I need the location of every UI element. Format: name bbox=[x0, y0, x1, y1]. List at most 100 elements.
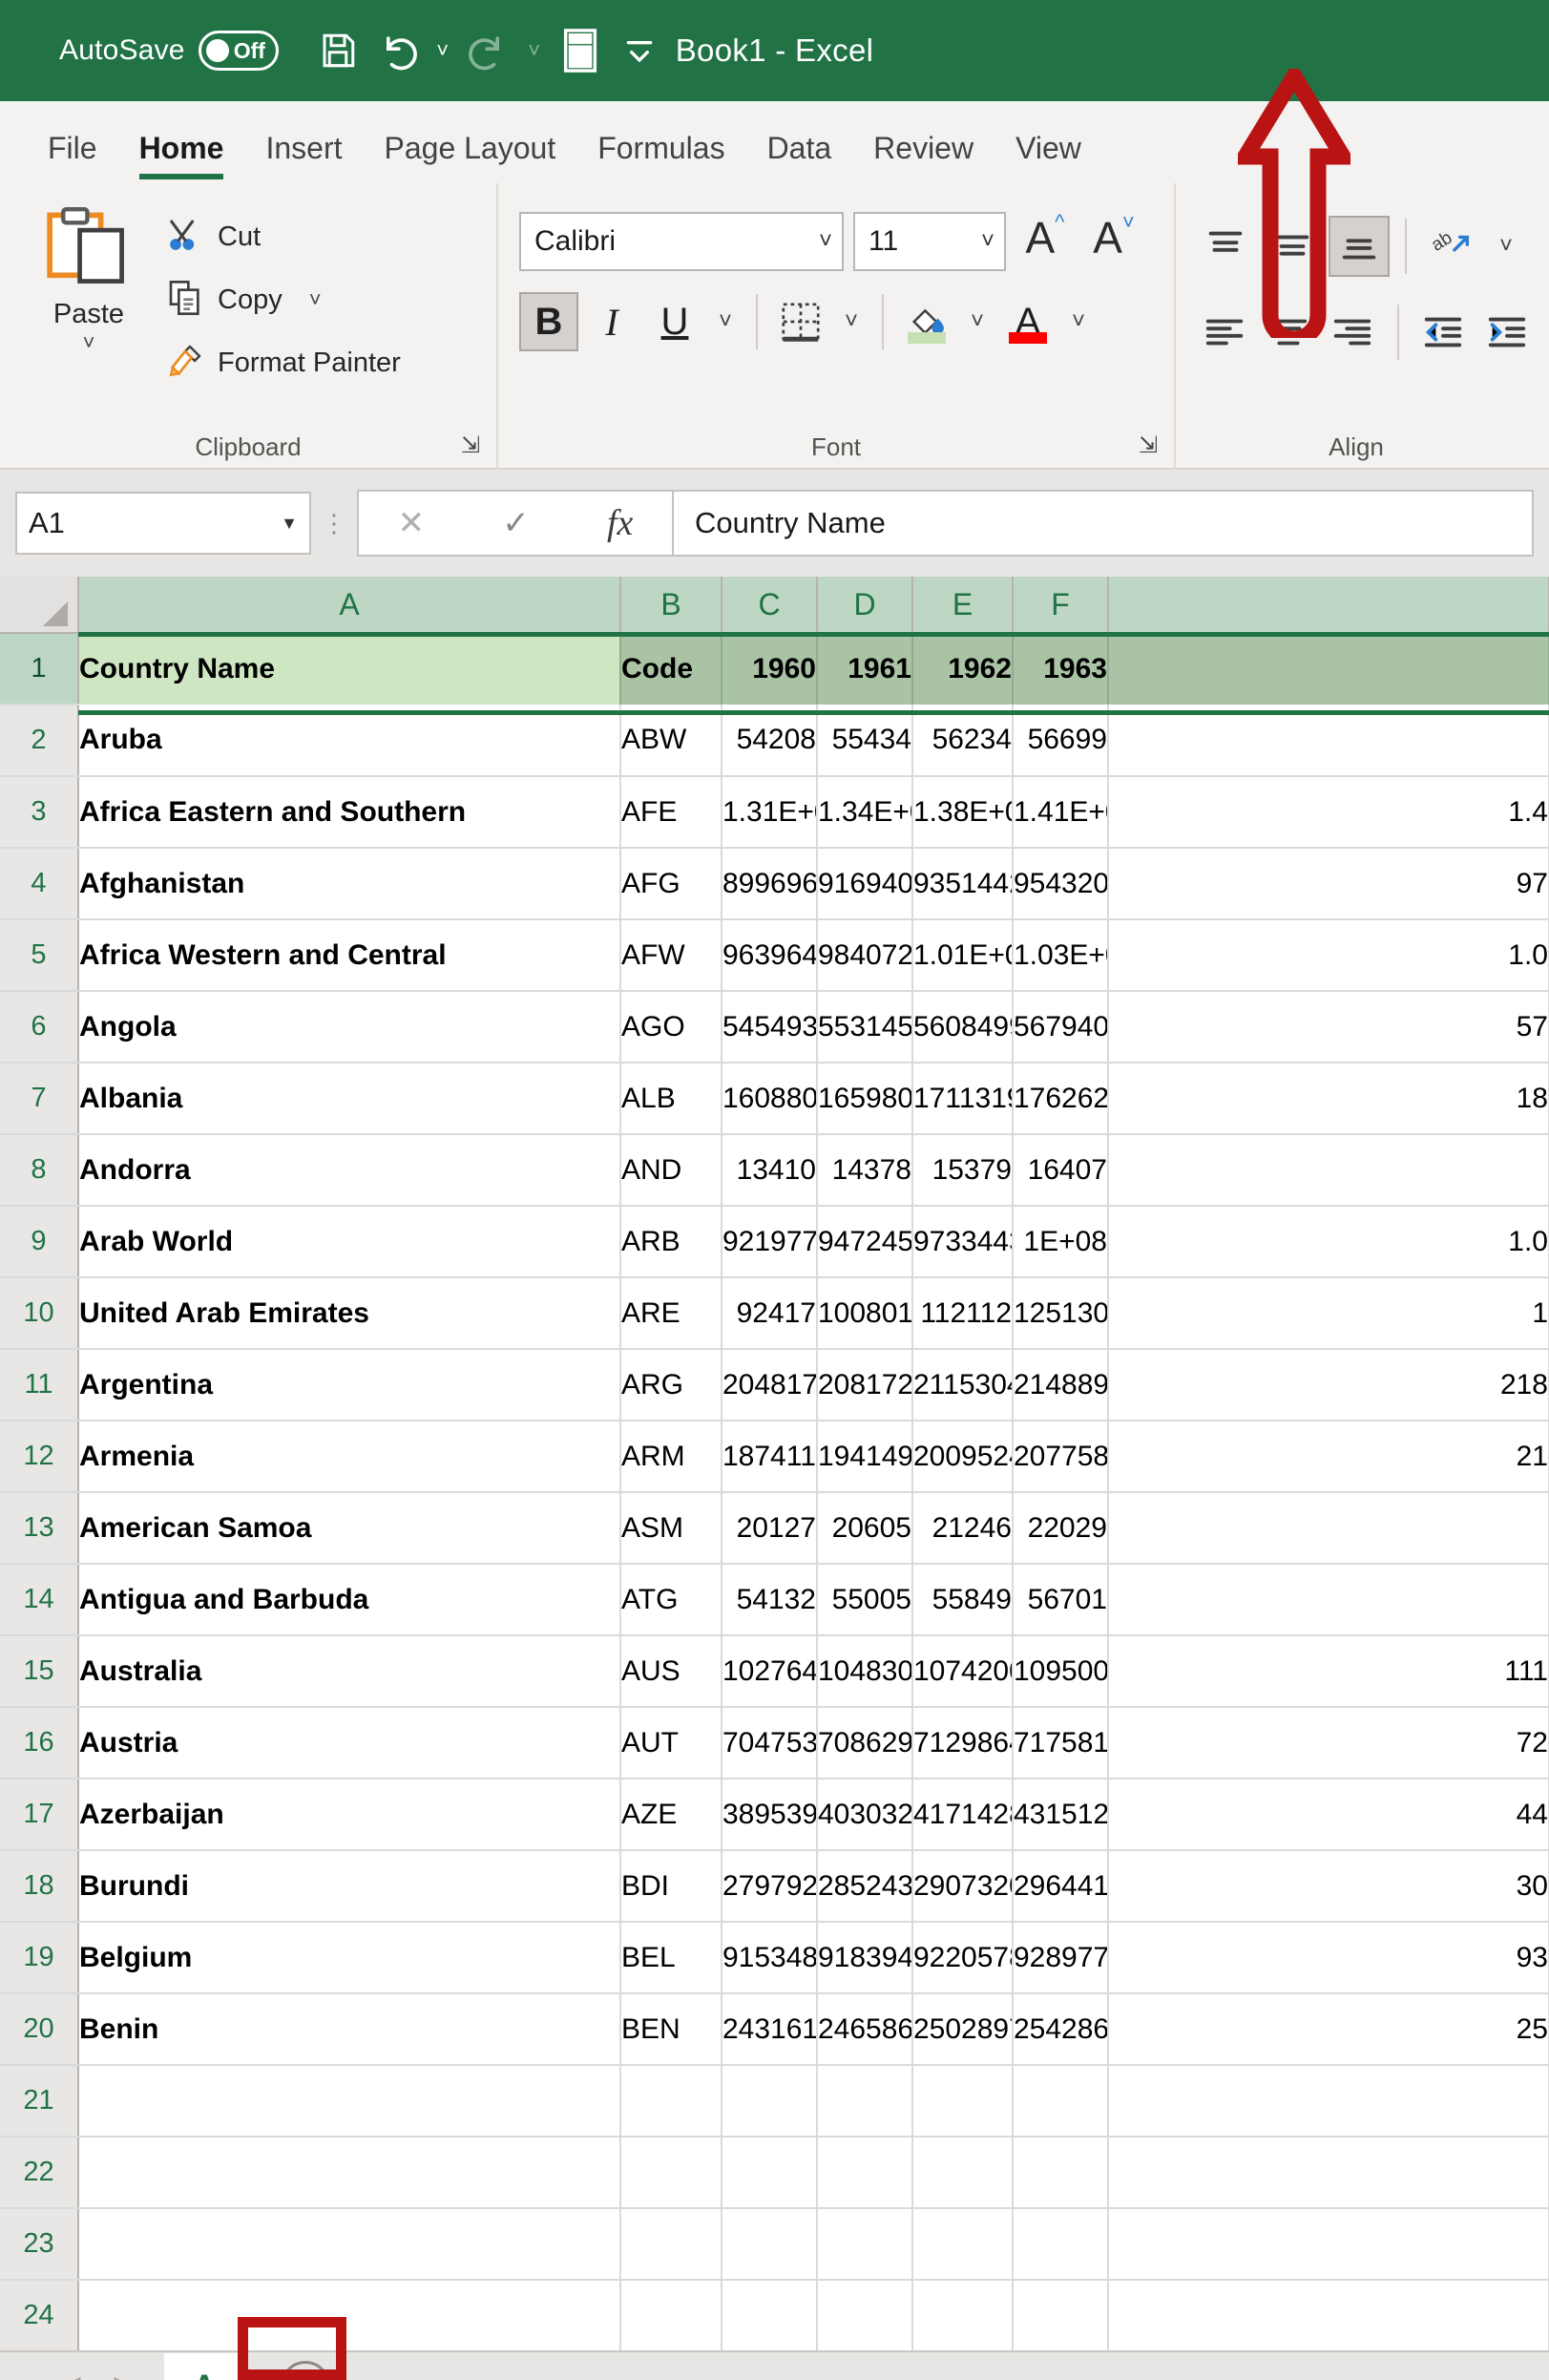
underline-chevron-down-icon[interactable]: ˅ bbox=[708, 292, 743, 351]
save-icon[interactable] bbox=[311, 24, 365, 77]
cell-c5[interactable]: 96396419 bbox=[722, 919, 818, 992]
cell-c11[interactable]: 20481781 bbox=[722, 1349, 818, 1422]
copy-chevron-down-icon[interactable]: ˅ bbox=[309, 287, 322, 312]
underline-button[interactable]: U bbox=[645, 292, 704, 351]
cell-c15[interactable]: 10276477 bbox=[722, 1635, 818, 1708]
table-row[interactable]: 7AlbaniaALB16088001659800171131917626211… bbox=[0, 1063, 1549, 1135]
column-header-f[interactable]: F bbox=[1013, 577, 1109, 634]
cell-e19[interactable]: 9220578 bbox=[912, 1922, 1014, 1994]
cell-c7[interactable]: 1608800 bbox=[722, 1063, 818, 1135]
cell-d12[interactable]: 1941498 bbox=[817, 1421, 913, 1493]
cell-a11[interactable]: Argentina bbox=[78, 1349, 621, 1422]
cell-g9[interactable]: 1.0 bbox=[1108, 1206, 1549, 1278]
font-color-chevron-down-icon[interactable]: ˅ bbox=[1061, 292, 1096, 351]
column-header-c[interactable]: C bbox=[722, 577, 818, 634]
tab-formulas[interactable]: Formulas bbox=[576, 113, 745, 183]
row-header-9[interactable]: 9 bbox=[0, 1206, 79, 1278]
cell-d8[interactable]: 14378 bbox=[817, 1134, 913, 1207]
cell-g21[interactable] bbox=[1108, 2065, 1549, 2138]
cell-g7[interactable]: 18 bbox=[1108, 1063, 1549, 1135]
cell-f5[interactable]: 1.03E+08 bbox=[1013, 919, 1109, 992]
cell-c1[interactable]: 1960 bbox=[722, 633, 818, 705]
cell-g23[interactable] bbox=[1108, 2208, 1549, 2281]
table-row[interactable]: 23 bbox=[0, 2208, 1549, 2281]
cell-d24[interactable] bbox=[817, 2280, 913, 2350]
cell-d13[interactable]: 20605 bbox=[817, 1492, 913, 1565]
cell-b12[interactable]: ARM bbox=[620, 1421, 722, 1493]
table-row[interactable]: 11ArgentinaARG20481781208172702115304221… bbox=[0, 1349, 1549, 1422]
row-header-17[interactable]: 17 bbox=[0, 1779, 79, 1851]
cell-f12[interactable]: 2077584 bbox=[1013, 1421, 1109, 1493]
font-color-button[interactable]: A bbox=[998, 292, 1057, 351]
row-header-11[interactable]: 11 bbox=[0, 1349, 79, 1422]
cell-b19[interactable]: BEL bbox=[620, 1922, 722, 1994]
cell-g24[interactable] bbox=[1108, 2280, 1549, 2350]
cell-e7[interactable]: 1711319 bbox=[912, 1063, 1014, 1135]
row-header-13[interactable]: 13 bbox=[0, 1492, 79, 1565]
cell-b13[interactable]: ASM bbox=[620, 1492, 722, 1565]
fill-color-button[interactable] bbox=[897, 292, 956, 351]
cell-g22[interactable] bbox=[1108, 2137, 1549, 2209]
cell-f19[interactable]: 9289770 bbox=[1013, 1922, 1109, 1994]
cell-c18[interactable]: 2797925 bbox=[722, 1850, 818, 1923]
cell-a19[interactable]: Belgium bbox=[78, 1922, 621, 1994]
redo-icon[interactable] bbox=[462, 24, 515, 77]
increase-font-size-icon[interactable]: A ^ bbox=[1015, 212, 1075, 271]
cell-b11[interactable]: ARG bbox=[620, 1349, 722, 1422]
insert-function-icon[interactable]: fx bbox=[607, 502, 633, 544]
paste-button[interactable]: Paste ˅ bbox=[17, 195, 160, 390]
row-header-6[interactable]: 6 bbox=[0, 991, 79, 1064]
cell-a4[interactable]: Afghanistan bbox=[78, 848, 621, 920]
cell-a14[interactable]: Antigua and Barbuda bbox=[78, 1564, 621, 1636]
row-header-16[interactable]: 16 bbox=[0, 1707, 79, 1780]
cell-c10[interactable]: 92417 bbox=[722, 1277, 818, 1350]
cell-g17[interactable]: 44 bbox=[1108, 1779, 1549, 1851]
row-header-4[interactable]: 4 bbox=[0, 848, 79, 920]
cell-d2[interactable]: 55434 bbox=[817, 705, 913, 777]
bold-button[interactable]: B bbox=[519, 292, 578, 351]
cell-f10[interactable]: 125130 bbox=[1013, 1277, 1109, 1350]
cell-d10[interactable]: 100801 bbox=[817, 1277, 913, 1350]
align-top-button[interactable] bbox=[1195, 216, 1256, 277]
cell-e3[interactable]: 1.38E+08 bbox=[912, 776, 1014, 849]
cell-a18[interactable]: Burundi bbox=[78, 1850, 621, 1923]
cell-g12[interactable]: 21 bbox=[1108, 1421, 1549, 1493]
table-row[interactable]: 17AzerbaijanAZE3895398403032541714284315… bbox=[0, 1779, 1549, 1851]
name-box[interactable]: A1 ▼ bbox=[15, 492, 311, 555]
cell-d9[interactable]: 94724540 bbox=[817, 1206, 913, 1278]
new-sheet-button[interactable]: + bbox=[271, 2353, 340, 2380]
cell-e12[interactable]: 2009524 bbox=[912, 1421, 1014, 1493]
cell-b21[interactable] bbox=[620, 2065, 722, 2138]
paste-chevron-down-icon[interactable]: ˅ bbox=[83, 332, 95, 353]
cell-e9[interactable]: 97334438 bbox=[912, 1206, 1014, 1278]
table-row[interactable]: 18BurundiBDI2797925285243829073202964416… bbox=[0, 1850, 1549, 1923]
cell-f13[interactable]: 22029 bbox=[1013, 1492, 1109, 1565]
cell-f21[interactable] bbox=[1013, 2065, 1109, 2138]
cell-e17[interactable]: 4171428 bbox=[912, 1779, 1014, 1851]
italic-button[interactable]: I bbox=[582, 292, 641, 351]
cell-g2[interactable] bbox=[1108, 705, 1549, 777]
cell-a22[interactable] bbox=[78, 2137, 621, 2209]
cell-b2[interactable]: ABW bbox=[620, 705, 722, 777]
cell-a5[interactable]: Africa Western and Central bbox=[78, 919, 621, 992]
cell-a8[interactable]: Andorra bbox=[78, 1134, 621, 1207]
cell-a21[interactable] bbox=[78, 2065, 621, 2138]
redo-chevron-down-icon[interactable]: ˅ bbox=[521, 24, 548, 77]
cell-f7[interactable]: 1762621 bbox=[1013, 1063, 1109, 1135]
cell-a10[interactable]: United Arab Emirates bbox=[78, 1277, 621, 1350]
cell-c14[interactable]: 54132 bbox=[722, 1564, 818, 1636]
table-row[interactable]: 21 bbox=[0, 2065, 1549, 2138]
cell-g14[interactable] bbox=[1108, 1564, 1549, 1636]
cell-d6[interactable]: 5531451 bbox=[817, 991, 913, 1064]
row-header-3[interactable]: 3 bbox=[0, 776, 79, 849]
cell-c2[interactable]: 54208 bbox=[722, 705, 818, 777]
cell-e20[interactable]: 2502897 bbox=[912, 1993, 1014, 2066]
row-header-10[interactable]: 10 bbox=[0, 1277, 79, 1350]
align-center-button[interactable] bbox=[1259, 302, 1317, 363]
cell-c22[interactable] bbox=[722, 2137, 818, 2209]
borders-chevron-down-icon[interactable]: ˅ bbox=[834, 292, 869, 351]
cell-f14[interactable]: 56701 bbox=[1013, 1564, 1109, 1636]
cell-c13[interactable]: 20127 bbox=[722, 1492, 818, 1565]
cell-g6[interactable]: 57 bbox=[1108, 991, 1549, 1064]
cell-b24[interactable] bbox=[620, 2280, 722, 2350]
